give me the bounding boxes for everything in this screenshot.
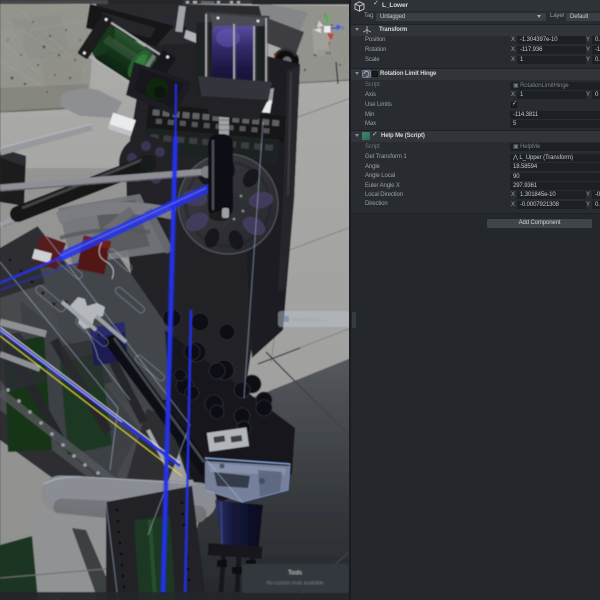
svg-text:Rotation_Lim...: Rotation_Lim...: [292, 318, 326, 324]
svg-text:Tools: Tools: [288, 571, 302, 577]
svg-text:Gizmos: Gizmos: [201, 1, 214, 5]
svg-text:Iso: Iso: [325, 51, 332, 56]
svg-text:No custom tools available: No custom tools available: [267, 581, 324, 587]
